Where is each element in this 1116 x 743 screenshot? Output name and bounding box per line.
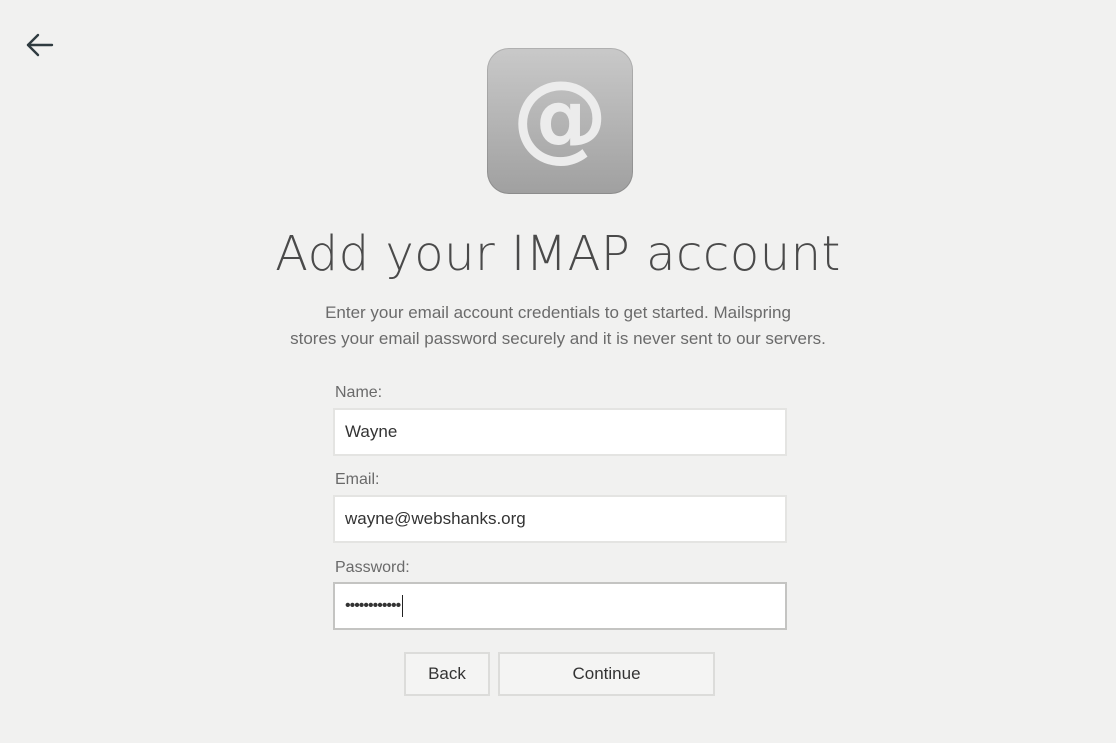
email-field[interactable]: wayne@webshanks.org (333, 495, 787, 543)
email-label: Email: (335, 471, 380, 488)
page-title: Add your IMAP account (275, 226, 841, 282)
password-value: •••••••••••• (345, 597, 401, 614)
at-sign-icon: @ (487, 48, 633, 194)
back-button[interactable]: Back (404, 652, 490, 696)
name-label: Name: (335, 384, 383, 401)
continue-button[interactable]: Continue (498, 652, 715, 696)
name-value: Wayne (345, 422, 398, 441)
page-subtitle: Enter your email account credentials to … (258, 300, 858, 352)
password-label: Password: (335, 559, 410, 576)
add-imap-account-page: @ Add your IMAP account Enter your email… (0, 0, 1116, 743)
text-caret (402, 594, 404, 617)
email-value: wayne@webshanks.org (345, 509, 526, 528)
at-sign-glyph: @ (512, 60, 608, 172)
subtitle-line-1: Enter your email account credentials to … (325, 303, 791, 322)
password-field[interactable]: •••••••••••• (333, 582, 787, 630)
name-field[interactable]: Wayne (333, 408, 787, 456)
subtitle-line-2: stores your email password securely and … (290, 329, 826, 348)
arrow-left-icon[interactable] (24, 30, 56, 60)
